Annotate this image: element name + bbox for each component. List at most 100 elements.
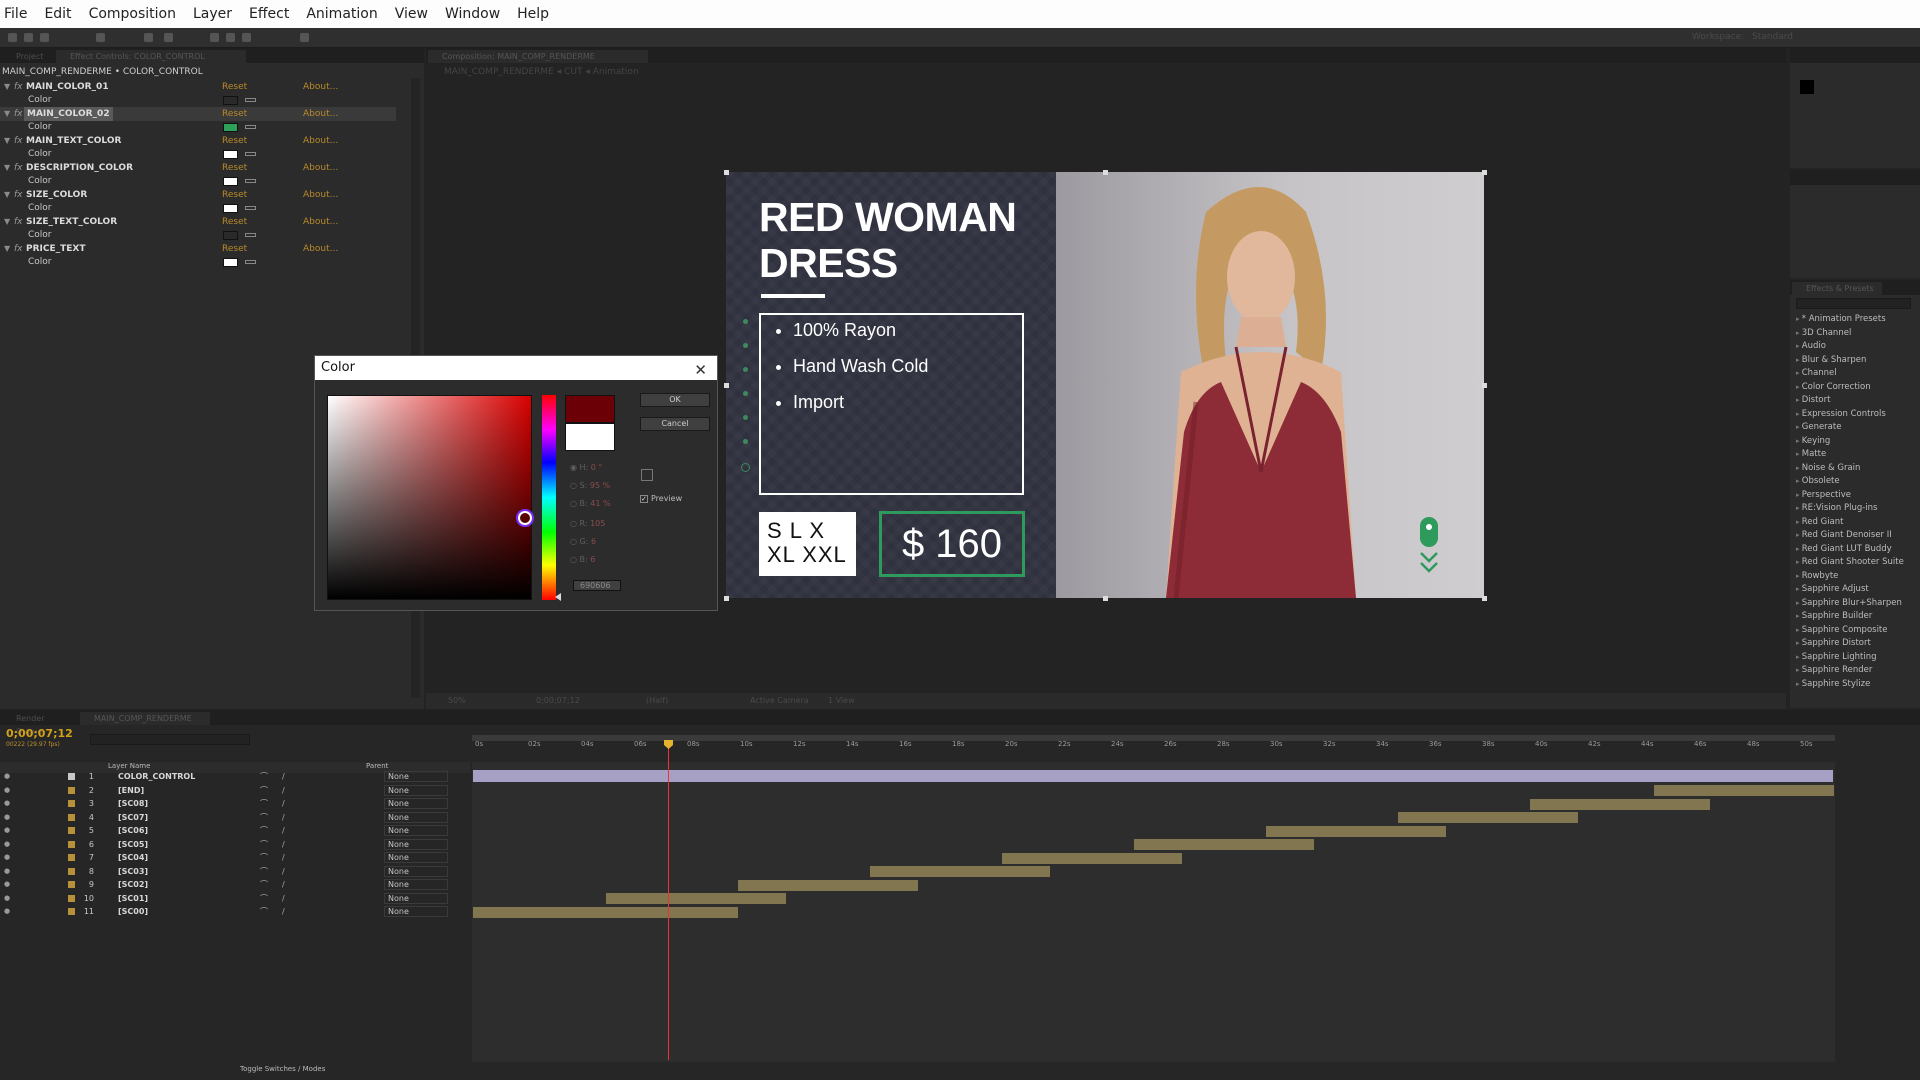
menu-effect[interactable]: Effect [249, 6, 289, 22]
expand-triangle-icon[interactable]: ▼ [4, 80, 10, 94]
hue-slider[interactable] [542, 395, 556, 600]
menu-help[interactable]: Help [517, 6, 549, 22]
layer-bar[interactable] [1654, 785, 1834, 796]
effect-row[interactable]: ▼ fx DESCRIPTION_COLOR Reset About... [0, 161, 396, 175]
label-color-swatch[interactable] [68, 854, 75, 861]
menu-layer[interactable]: Layer [193, 6, 232, 22]
color-picker-cursor[interactable] [518, 511, 532, 525]
shy-switch-icon[interactable]: ⌒ [260, 905, 268, 918]
work-area-bar[interactable] [472, 735, 1835, 741]
quality-switch-icon[interactable]: / [282, 838, 285, 851]
quality-switch-icon[interactable]: / [282, 851, 285, 864]
effect-row[interactable]: ▼ fx MAIN_COLOR_02 Reset About... [0, 107, 396, 121]
radio-icon[interactable]: ○ [570, 555, 577, 564]
menu-animation[interactable]: Animation [306, 6, 377, 22]
quality-switch-icon[interactable]: / [282, 770, 285, 783]
quality-switch-icon[interactable]: / [282, 797, 285, 810]
menu-edit[interactable]: Edit [44, 6, 71, 22]
eye-icon[interactable]: ● [4, 838, 10, 851]
effect-category-item[interactable]: Red Giant LUT Buddy [1796, 544, 1892, 554]
eye-icon[interactable]: ● [4, 770, 10, 783]
about-link[interactable]: About... [303, 215, 338, 229]
effect-category-item[interactable]: Keying [1796, 436, 1831, 446]
hex-input[interactable]: 690606 [573, 580, 621, 591]
effect-category-item[interactable]: Obsolete [1796, 476, 1840, 486]
layer-bar[interactable] [738, 879, 918, 891]
eyedropper-icon[interactable] [245, 125, 256, 129]
color-swatch[interactable] [223, 150, 238, 159]
color-field-2[interactable]: ○ B: 41 % [570, 499, 611, 508]
effect-category-item[interactable]: Perspective [1796, 490, 1851, 500]
layer-row[interactable]: ● 4 [SC07] ⌒ / None [0, 811, 470, 824]
eyedropper-icon[interactable] [245, 179, 256, 183]
about-link[interactable]: About... [303, 107, 338, 121]
fx-icon[interactable]: fx [14, 188, 23, 202]
eye-icon[interactable]: ● [4, 824, 10, 837]
close-icon[interactable]: ✕ [694, 358, 707, 382]
camera-select[interactable]: Active Camera [750, 696, 809, 705]
color-swatch[interactable] [223, 123, 238, 132]
effect-category-item[interactable]: Blur & Sharpen [1796, 355, 1867, 365]
effect-category-item[interactable]: Sapphire Distort [1796, 638, 1871, 648]
about-link[interactable]: About... [303, 161, 338, 175]
column-parent[interactable]: Parent [366, 762, 388, 770]
breadcrumb-cut[interactable]: CUT [564, 67, 582, 77]
effect-category-item[interactable]: Matte [1796, 449, 1826, 459]
eye-icon[interactable]: ● [4, 797, 10, 810]
shy-switch-icon[interactable]: ⌒ [260, 892, 268, 905]
effect-category-item[interactable]: Generate [1796, 422, 1842, 432]
menu-window[interactable]: Window [445, 6, 500, 22]
layer-bar[interactable] [1530, 798, 1710, 810]
field-value[interactable]: 6 [590, 555, 595, 564]
parent-select[interactable]: None [384, 798, 448, 809]
eye-icon[interactable]: ● [4, 865, 10, 878]
layer-bar[interactable] [870, 866, 1050, 877]
frame-handle[interactable] [1482, 596, 1487, 601]
label-color-swatch[interactable] [68, 786, 75, 794]
label-color-swatch[interactable] [68, 827, 75, 834]
effect-category-item[interactable]: Expression Controls [1796, 409, 1886, 419]
color-field-4[interactable]: ○ G: 6 [570, 537, 596, 546]
layer-bar[interactable] [1398, 812, 1578, 823]
frame-handle[interactable] [1103, 170, 1108, 175]
layer-row[interactable]: ● 1 COLOR_CONTROL ⌒ / None [0, 770, 470, 783]
tab-effect-controls[interactable]: Effect Controls: COLOR_CONTROL [56, 50, 246, 63]
radio-icon[interactable]: ◉ [570, 463, 577, 472]
effect-category-item[interactable]: Rowbyte [1796, 571, 1839, 581]
timeline-search-input[interactable] [90, 734, 250, 745]
expand-triangle-icon[interactable]: ▼ [4, 242, 10, 256]
about-link[interactable]: About... [303, 134, 338, 148]
workspace-select[interactable]: Standard [1752, 32, 1793, 42]
parent-select[interactable]: None [384, 784, 448, 796]
effect-row[interactable]: ▼ fx SIZE_COLOR Reset About... [0, 188, 396, 202]
layer-bar[interactable] [473, 906, 738, 918]
selection-tool-icon[interactable] [8, 33, 17, 42]
eye-icon[interactable]: ● [4, 905, 10, 918]
fx-icon[interactable]: fx [14, 134, 23, 148]
reset-link[interactable]: Reset [222, 161, 247, 175]
parent-select[interactable]: None [384, 879, 448, 890]
color-swatch[interactable] [223, 258, 238, 267]
shy-switch-icon[interactable]: ⌒ [260, 878, 268, 891]
effect-row[interactable]: ▼ fx SIZE_TEXT_COLOR Reset About... [0, 215, 396, 229]
layer-name[interactable]: [SC01] [118, 892, 148, 905]
label-color-swatch[interactable] [68, 773, 75, 780]
eyedropper-icon[interactable] [245, 233, 256, 237]
field-value[interactable]: 41 % [590, 499, 610, 508]
expand-triangle-icon[interactable]: ▼ [4, 188, 10, 202]
breadcrumb-animation[interactable]: Animation [593, 67, 639, 77]
shy-switch-icon[interactable]: ⌒ [260, 838, 268, 851]
frame-handle[interactable] [1103, 596, 1108, 601]
effect-category-item[interactable]: Distort [1796, 395, 1831, 405]
quality-switch-icon[interactable]: / [282, 865, 285, 878]
effect-category-item[interactable]: Red Giant Shooter Suite [1796, 557, 1904, 567]
shy-switch-icon[interactable]: ⌒ [260, 811, 268, 824]
frame-handle[interactable] [724, 383, 729, 388]
reset-link[interactable]: Reset [222, 215, 247, 229]
layer-name[interactable]: [SC07] [118, 811, 148, 824]
reset-link[interactable]: Reset [222, 80, 247, 94]
about-link[interactable]: About... [303, 80, 338, 94]
parent-select[interactable]: None [384, 865, 448, 877]
layer-bar[interactable] [1134, 839, 1314, 850]
fx-icon[interactable]: fx [14, 215, 23, 229]
